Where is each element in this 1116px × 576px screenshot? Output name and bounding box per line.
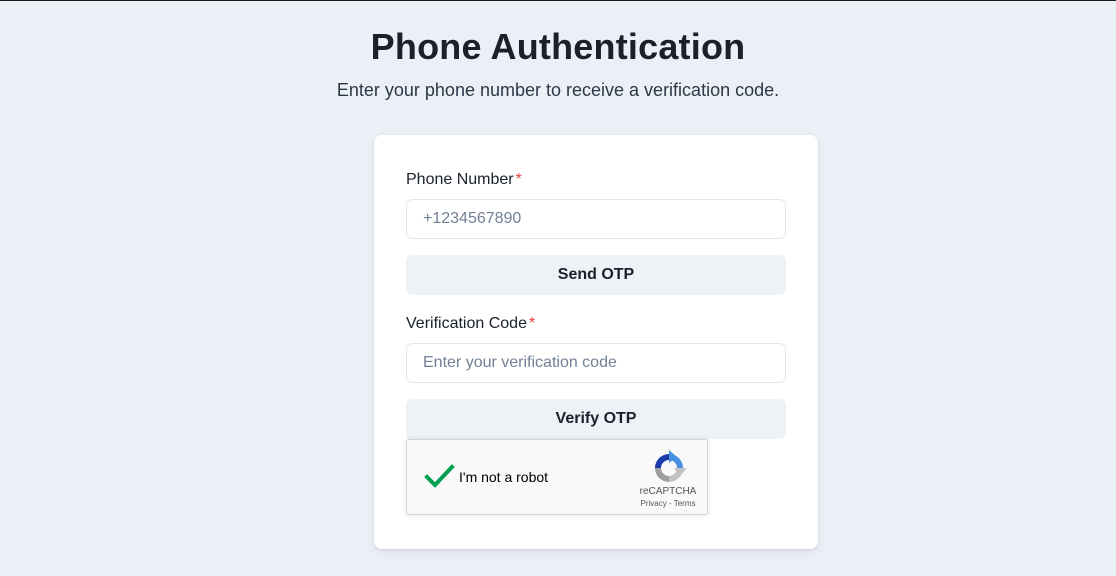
phone-number-label: Phone Number * xyxy=(406,169,522,191)
verification-code-input[interactable] xyxy=(406,343,786,383)
recaptcha-widget: I'm not a robot reCAPTCHA Privacy - Term… xyxy=(406,439,708,515)
send-otp-button[interactable]: Send OTP xyxy=(406,255,786,295)
terms-link[interactable]: Terms xyxy=(674,499,696,508)
links-separator: - xyxy=(666,499,674,508)
page-title: Phone Authentication xyxy=(370,26,746,67)
verification-code-label: Verification Code * xyxy=(406,313,535,335)
verification-code-label-text: Verification Code xyxy=(406,315,527,332)
recaptcha-logo-icon xyxy=(651,450,687,486)
required-indicator: * xyxy=(515,171,522,188)
phone-number-input[interactable] xyxy=(406,199,786,239)
phone-number-label-text: Phone Number xyxy=(406,171,514,188)
recaptcha-label: I'm not a robot xyxy=(459,469,549,485)
required-indicator: * xyxy=(528,315,536,332)
page-subtitle: Enter your phone number to receive a ver… xyxy=(336,80,780,100)
window-top-border xyxy=(0,0,1116,1)
recaptcha-brand: reCAPTCHA xyxy=(639,486,697,497)
privacy-link[interactable]: Privacy xyxy=(641,499,667,508)
recaptcha-links: Privacy - Terms xyxy=(617,499,719,509)
auth-card: Phone Number* Send OTP Verification Code… xyxy=(374,135,818,549)
verify-otp-button[interactable]: Verify OTP xyxy=(406,399,786,439)
checkmark-icon[interactable] xyxy=(423,460,455,492)
